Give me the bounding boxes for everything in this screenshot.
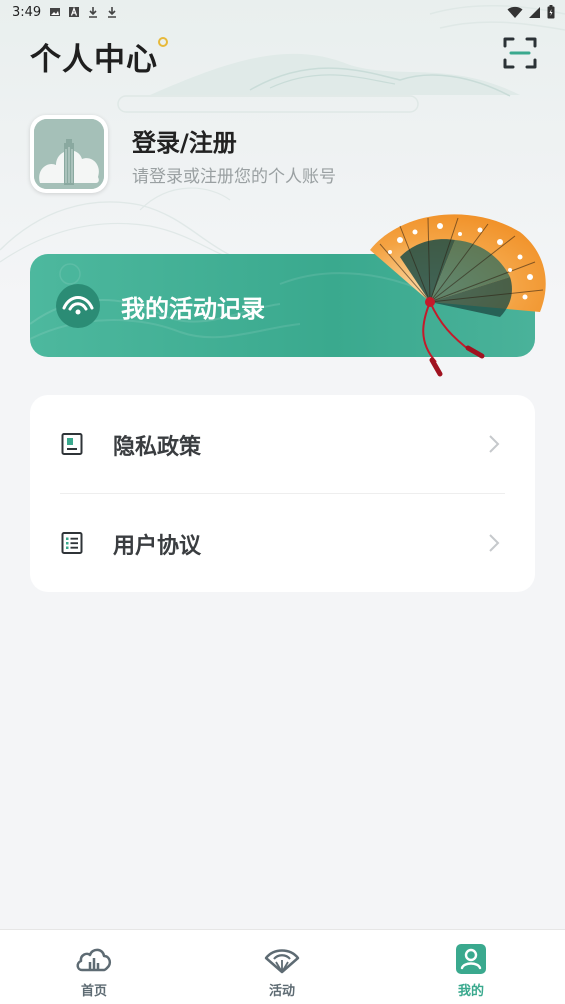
settings-menu-card: 隐私政策 用户协议 <box>30 395 535 592</box>
menu-item-label: 隐私政策 <box>113 435 202 460</box>
login-register-link[interactable]: 登录/注册 <box>132 123 237 158</box>
fan-icon <box>264 949 300 974</box>
cloud-city-icon <box>76 948 112 972</box>
battery-icon <box>547 5 555 19</box>
status-bar: 3:49 <box>0 0 565 24</box>
tab-home[interactable]: 首页 <box>0 930 188 1004</box>
header: 个人中心 <box>0 24 565 80</box>
wifi-icon <box>507 6 523 18</box>
avatar[interactable] <box>30 115 108 193</box>
download-icon <box>108 7 117 18</box>
user-icon <box>456 944 486 974</box>
title-decoration-dot <box>158 37 168 47</box>
avatar-cloud-tower-icon <box>34 119 104 189</box>
page-title: 个人中心 <box>30 42 158 78</box>
image-notification-icon <box>50 8 61 16</box>
tab-label: 首页 <box>80 984 107 999</box>
scan-icon[interactable] <box>502 36 538 70</box>
download-icon <box>89 7 98 18</box>
a-notification-icon <box>69 6 80 17</box>
menu-item-label: 用户协议 <box>113 534 202 559</box>
signal-icon <box>529 6 540 18</box>
tab-label: 我的 <box>457 984 484 999</box>
menu-item-privacy-policy[interactable]: 隐私政策 <box>30 395 535 493</box>
tab-label: 活动 <box>268 984 295 999</box>
fan-icon <box>62 296 94 315</box>
activity-label: 我的活动记录 <box>121 294 265 323</box>
login-subtitle: 请登录或注册您的个人账号 <box>132 167 336 187</box>
my-activity-records-card[interactable]: 我的活动记录 <box>30 214 546 377</box>
activity-icon-circle <box>56 284 100 328</box>
folding-fan-illustration <box>370 214 546 377</box>
profile-section[interactable]: 登录/注册 请登录或注册您的个人账号 <box>30 115 530 195</box>
bottom-tab-bar: 首页 活动 我的 <box>0 929 565 1004</box>
agreement-list-icon <box>61 532 83 554</box>
tab-activity[interactable]: 活动 <box>188 930 376 1004</box>
privacy-doc-icon <box>61 433 83 455</box>
tab-mine[interactable]: 我的 <box>377 930 565 1004</box>
chevron-right-icon <box>489 534 500 552</box>
chevron-right-icon <box>489 435 500 453</box>
status-time: 3:49 <box>12 4 42 20</box>
menu-item-user-agreement[interactable]: 用户协议 <box>30 494 535 592</box>
